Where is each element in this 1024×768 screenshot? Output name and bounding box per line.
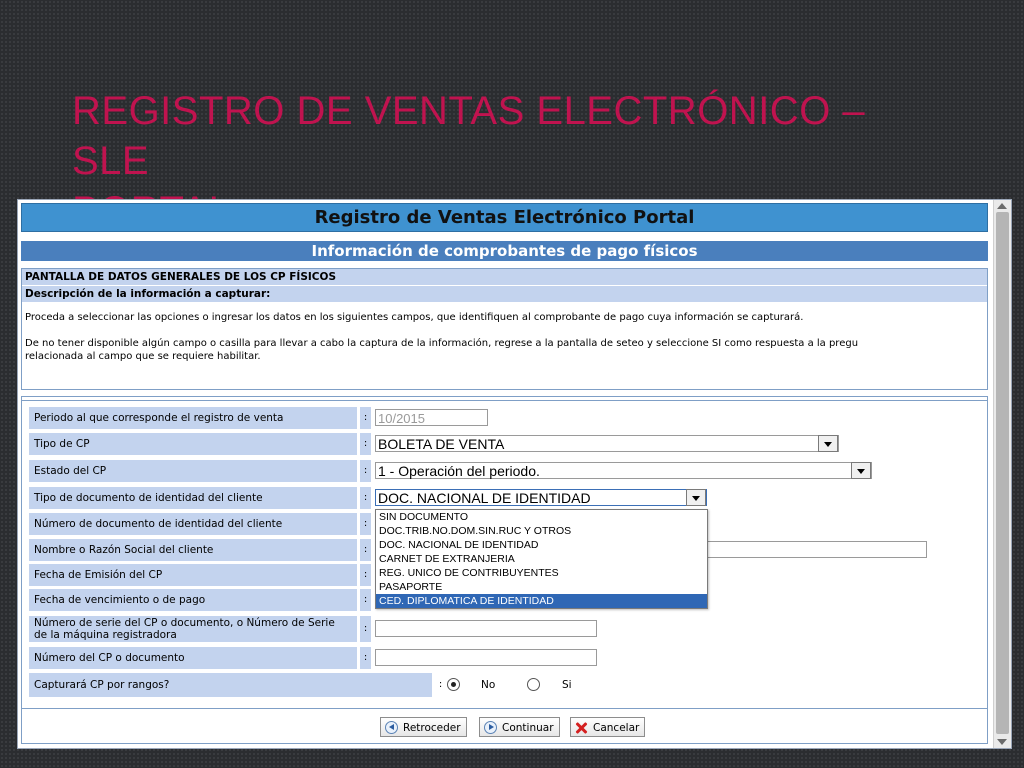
estado-cp-value: 1 - Operación del periodo. <box>378 463 540 479</box>
cancelar-button[interactable]: Cancelar <box>570 717 646 737</box>
continuar-label: Continuar <box>502 722 554 734</box>
cancelar-label: Cancelar <box>593 722 640 734</box>
dropdown-option[interactable]: DOC. NACIONAL DE IDENTIDAD <box>376 538 707 552</box>
continuar-button[interactable]: Continuar <box>479 717 560 737</box>
row-estado-cp: Estado del CP : 1 - Operación del period… <box>29 460 989 482</box>
radio-no[interactable] <box>447 678 460 691</box>
tipo-cp-value: BOLETA DE VENTA <box>378 436 505 452</box>
serie-label: Número de serie del CP o documento, o Nú… <box>29 616 357 642</box>
form-box: Periodo al que corresponde el registro d… <box>21 396 988 744</box>
dropdown-option[interactable]: REG. UNICO DE CONTRIBUYENTES <box>376 566 707 580</box>
dropdown-option-selected[interactable]: CED. DIPLOMATICA DE IDENTIDAD <box>376 594 707 608</box>
estado-cp-label: Estado del CP <box>29 460 357 482</box>
rangos-label: Capturará CP por rangos? <box>29 673 432 697</box>
serie-input[interactable] <box>375 620 597 637</box>
colon: : <box>360 513 371 535</box>
fecha-vencimiento-label: Fecha de vencimiento o de pago <box>29 589 357 611</box>
colon: : <box>360 433 371 455</box>
slide-title-line1: Registro de Ventas Electrónico – SLE <box>72 89 866 183</box>
info-paragraph-2-line-2: relacionada al campo que se requiere hab… <box>25 351 261 362</box>
row-tipo-documento: Tipo de documento de identidad del clien… <box>29 487 989 509</box>
numero-cp-input[interactable] <box>375 649 597 666</box>
fecha-emision-label: Fecha de Emisión del CP <box>29 564 357 586</box>
row-tipo-cp: Tipo de CP : BOLETA DE VENTA <box>29 433 989 455</box>
tipo-documento-label: Tipo de documento de identidad del clien… <box>29 487 357 509</box>
retroceder-button[interactable]: Retroceder <box>380 717 467 737</box>
tipo-documento-select[interactable]: DOC. NACIONAL DE IDENTIDAD <box>375 489 707 506</box>
periodo-label: Periodo al que corresponde el registro d… <box>29 407 357 429</box>
info-box: PANTALLA DE DATOS GENERALES DE LOS CP FÍ… <box>21 268 988 390</box>
colon: : <box>360 487 371 509</box>
numero-documento-label: Número de documento de identidad del cli… <box>29 513 357 535</box>
colon: : <box>360 589 371 611</box>
retroceder-label: Retroceder <box>403 722 461 734</box>
row-periodo: Periodo al que corresponde el registro d… <box>29 407 989 429</box>
dropdown-option[interactable]: DOC.TRIB.NO.DOM.SIN.RUC Y OTROS <box>376 524 707 538</box>
scroll-up-icon[interactable] <box>997 203 1007 209</box>
chevron-down-icon[interactable] <box>686 489 706 506</box>
colon: : <box>360 407 371 429</box>
dropdown-option[interactable]: CARNET DE EXTRANJERIA <box>376 552 707 566</box>
periodo-field: 10/2015 <box>375 409 488 426</box>
scroll-down-icon[interactable] <box>997 739 1007 745</box>
scroll-thumb[interactable] <box>996 212 1009 734</box>
colon: : <box>360 460 371 482</box>
serie-label-line1: Número de serie del CP o documento, o Nú… <box>34 617 335 629</box>
portal-window: Registro de Ventas Electrónico Portal In… <box>17 199 1012 749</box>
button-bar: Retroceder Continuar Cancelar <box>22 708 987 742</box>
info-paragraph-1: Proceda a seleccionar las opciones o ing… <box>25 312 804 323</box>
row-rangos: Capturará CP por rangos? : No Si <box>29 673 989 697</box>
tipo-cp-label: Tipo de CP <box>29 433 357 455</box>
numero-cp-label: Número del CP o documento <box>29 647 357 669</box>
colon: : <box>360 647 371 669</box>
info-paragraph-2-line-1: De no tener disponible algún campo o cas… <box>25 338 859 349</box>
colon: : <box>360 564 371 586</box>
estado-cp-select[interactable]: 1 - Operación del periodo. <box>375 462 872 479</box>
arrow-left-icon <box>385 721 398 734</box>
colon: : <box>360 539 371 561</box>
section-title: Información de comprobantes de pago físi… <box>21 241 988 261</box>
tipo-cp-select[interactable]: BOLETA DE VENTA <box>375 435 839 452</box>
dropdown-option[interactable]: PASAPORTE <box>376 580 707 594</box>
serie-label-line2: de la máquina registradora <box>34 629 177 641</box>
dropdown-option[interactable]: SIN DOCUMENTO <box>376 510 707 524</box>
portal-title: Registro de Ventas Electrónico Portal <box>21 203 988 232</box>
colon: : <box>438 679 443 690</box>
page-content: Registro de Ventas Electrónico Portal In… <box>21 203 988 744</box>
radio-si[interactable] <box>527 678 540 691</box>
chevron-down-icon[interactable] <box>851 462 871 479</box>
info-heading: PANTALLA DE DATOS GENERALES DE LOS CP FÍ… <box>22 269 987 286</box>
row-numero-cp: Número del CP o documento : <box>29 647 989 669</box>
colon: : <box>360 616 371 642</box>
row-serie: Número de serie del CP o documento, o Nú… <box>29 616 989 642</box>
tipo-documento-value: DOC. NACIONAL DE IDENTIDAD <box>378 490 591 506</box>
chevron-down-icon[interactable] <box>818 435 838 452</box>
vertical-scrollbar[interactable] <box>993 200 1011 748</box>
nombre-label: Nombre o Razón Social del cliente <box>29 539 357 561</box>
radio-no-label: No <box>481 679 496 691</box>
radio-si-label: Si <box>562 679 572 691</box>
tipo-documento-dropdown-list[interactable]: SIN DOCUMENTO DOC.TRIB.NO.DOM.SIN.RUC Y … <box>375 509 708 609</box>
close-icon <box>575 721 588 734</box>
arrow-right-icon <box>484 721 497 734</box>
info-subheading: Descripción de la información a capturar… <box>22 286 987 302</box>
